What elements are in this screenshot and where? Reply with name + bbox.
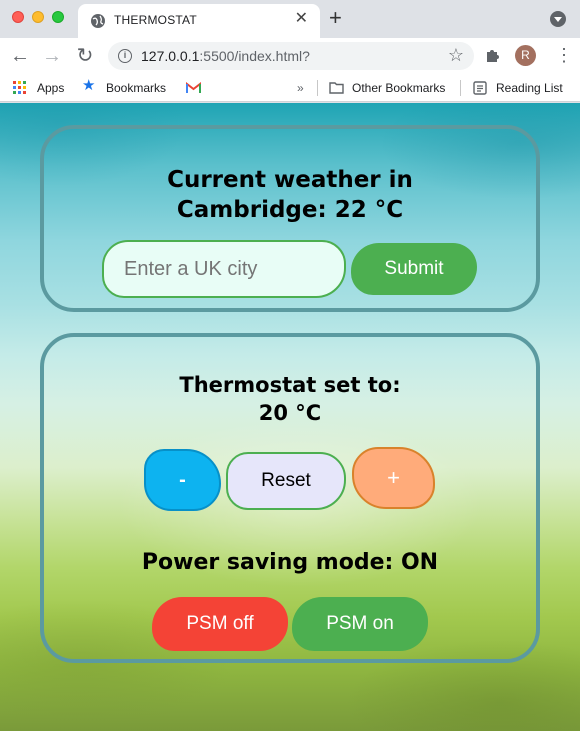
psm-on-button[interactable]: PSM on	[292, 597, 428, 651]
temperature-up-button[interactable]: +	[352, 447, 435, 509]
divider	[317, 80, 318, 96]
weather-heading-line1: Current weather in	[167, 167, 413, 193]
page-viewport: Current weather in Cambridge: 22 °C Subm…	[0, 103, 580, 731]
kebab-menu-icon[interactable]: ⋮	[555, 44, 573, 66]
thermostat-heading-line1: Thermostat set to:	[179, 373, 401, 397]
reload-icon[interactable]: ↻	[73, 44, 97, 68]
tab-title: THERMOSTAT	[114, 13, 197, 27]
apps-grid-icon	[13, 81, 26, 94]
url-text[interactable]: 127.0.0.1:5500/index.html?	[141, 48, 310, 64]
reset-button[interactable]: Reset	[226, 452, 346, 510]
bookmark-bookmarks[interactable]: Bookmarks	[106, 80, 166, 96]
url-host: 127.0.0.1	[141, 48, 200, 64]
divider	[460, 80, 461, 96]
psm-off-button[interactable]: PSM off	[152, 597, 288, 651]
city-input[interactable]	[102, 240, 346, 298]
avatar[interactable]: R	[515, 45, 536, 66]
plus-icon[interactable]: +	[329, 7, 342, 29]
info-icon[interactable]: i	[118, 49, 132, 63]
bookmark-other[interactable]: Other Bookmarks	[352, 80, 445, 96]
bookmark-apps[interactable]: Apps	[37, 80, 64, 96]
temperature-down-button[interactable]: -	[144, 449, 221, 511]
browser-toolbar: ← → ↻ i 127.0.0.1:5500/index.html? ☆ R ⋮	[0, 38, 580, 74]
globe-icon	[91, 14, 105, 28]
active-tab[interactable]: THERMOSTAT ✕	[78, 4, 320, 38]
folder-icon	[329, 82, 344, 94]
window-maximize-button[interactable]	[52, 11, 64, 23]
url-path: :5500/index.html?	[199, 48, 310, 64]
window-minimize-button[interactable]	[32, 11, 44, 23]
bookmark-reading-list[interactable]: Reading List	[496, 80, 563, 96]
weather-card: Current weather in Cambridge: 22 °C Subm…	[40, 125, 540, 312]
close-icon[interactable]: ✕	[295, 11, 308, 27]
address-bar[interactable]: i 127.0.0.1:5500/index.html? ☆	[108, 42, 474, 70]
power-saving-status: Power saving mode: ON	[141, 550, 439, 575]
bookmark-star-icon: ★	[82, 77, 96, 94]
reading-list-icon	[473, 81, 487, 95]
puzzle-icon[interactable]	[484, 46, 502, 64]
gmail-icon[interactable]	[186, 82, 201, 94]
submit-button[interactable]: Submit	[351, 243, 477, 295]
thermostat-heading: Thermostat set to: 20 °C	[44, 371, 536, 427]
star-icon[interactable]: ☆	[448, 45, 464, 66]
back-icon[interactable]: ←	[8, 44, 32, 68]
bookmarks-overflow-button[interactable]: »	[297, 80, 304, 96]
bookmarks-bar: Apps ★ Bookmarks » Other Bookmarks Readi…	[0, 74, 580, 102]
tab-strip: THERMOSTAT ✕ +	[0, 0, 580, 38]
thermostat-card: Thermostat set to: 20 °C - Reset + Power…	[40, 333, 540, 663]
weather-heading: Current weather in Cambridge: 22 °C	[44, 165, 536, 225]
thermostat-temperature: 20 °C	[258, 401, 322, 425]
window-close-button[interactable]	[12, 11, 24, 23]
forward-icon[interactable]: →	[40, 44, 64, 68]
tab-search-button[interactable]	[550, 11, 566, 27]
weather-heading-line2: Cambridge: 22 °C	[176, 197, 404, 223]
